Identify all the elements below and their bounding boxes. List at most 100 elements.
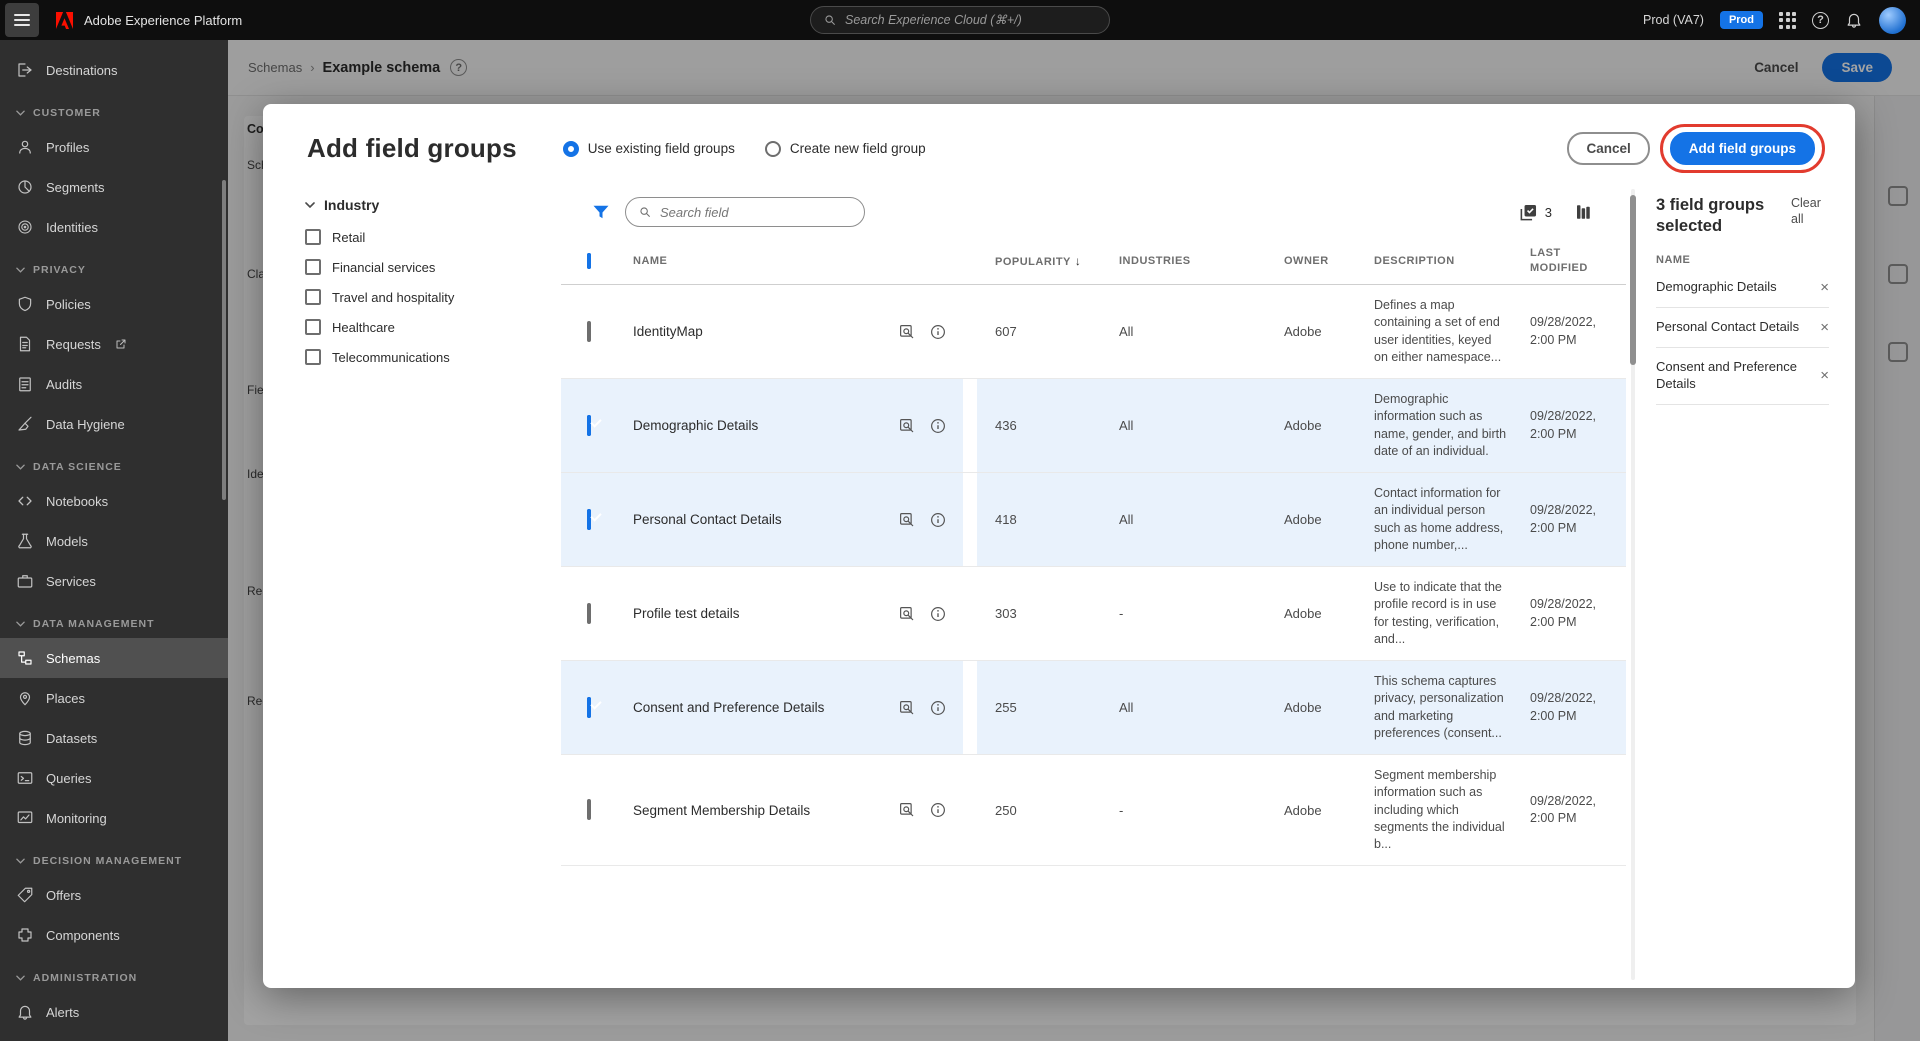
table-row[interactable]: Personal Contact Details 418 All Adobe C… <box>561 473 1626 567</box>
sidebar-item[interactable]: Models <box>0 521 228 561</box>
help-icon[interactable]: ? <box>1812 11 1829 29</box>
user-avatar[interactable] <box>1879 6 1906 34</box>
filter-option-label: Retail <box>332 229 366 245</box>
dialog-cancel-button[interactable]: Cancel <box>1567 132 1650 165</box>
selected-field-groups-panel: 3 field groups selected Clear all NAME D… <box>1640 181 1855 988</box>
notifications-bell-icon[interactable] <box>1845 11 1863 29</box>
sidebar-item[interactable]: Identities <box>0 207 228 247</box>
remove-icon[interactable]: × <box>1820 320 1829 335</box>
preview-icon[interactable] <box>898 417 916 435</box>
sidebar-item[interactable]: Notebooks <box>0 481 228 521</box>
industry-filter-option[interactable]: Retail <box>305 229 561 245</box>
adobe-logo-icon[interactable] <box>55 11 74 29</box>
table-row[interactable]: IdentityMap 607 All Adobe Defines a map … <box>561 285 1626 379</box>
global-search-input[interactable] <box>845 13 1097 27</box>
sidebar-item[interactable]: Places <box>0 678 228 718</box>
row-checkbox[interactable] <box>587 696 591 718</box>
global-search[interactable] <box>810 6 1110 34</box>
industry-filter-option[interactable]: Healthcare <box>305 319 561 335</box>
cell-description: Contact information for an individual pe… <box>1374 486 1504 552</box>
table-row[interactable]: Segment Membership Details 250 - Adobe S… <box>561 755 1626 867</box>
table-row[interactable]: Demographic Details 436 All Adobe Demogr… <box>561 379 1626 473</box>
app-switcher-icon[interactable] <box>1779 11 1796 29</box>
sidebar-item[interactable]: Services <box>0 561 228 601</box>
checkbox[interactable] <box>305 349 321 365</box>
sidebar-item[interactable]: Sandboxes <box>0 1032 228 1041</box>
sidebar-section-header[interactable]: DATA MANAGEMENT <box>0 601 228 638</box>
column-header-owner[interactable]: OWNER <box>1263 255 1355 267</box>
sidebar-item[interactable]: Offers <box>0 875 228 915</box>
checkbox[interactable] <box>305 259 321 275</box>
sidebar-item[interactable]: Policies <box>0 284 228 324</box>
table-row[interactable]: Profile test details 303 - Adobe Use to … <box>561 567 1626 661</box>
checkbox[interactable] <box>305 319 321 335</box>
info-icon[interactable] <box>929 417 947 435</box>
remove-icon[interactable]: × <box>1820 368 1829 383</box>
sidebar-scrollbar[interactable] <box>222 180 226 500</box>
scrollbar-thumb[interactable] <box>1630 195 1636 365</box>
sidebar-item[interactable]: Monitoring <box>0 798 228 838</box>
sidebar-item[interactable]: Schemas <box>0 638 228 678</box>
sidebar-item[interactable]: Audits <box>0 364 228 404</box>
preview-icon[interactable] <box>898 323 916 341</box>
info-icon[interactable] <box>929 323 947 341</box>
clear-all-button[interactable]: Clear all <box>1791 195 1829 228</box>
sidebar-item[interactable]: Segments <box>0 167 228 207</box>
info-icon[interactable] <box>929 511 947 529</box>
column-header-description[interactable]: DESCRIPTION <box>1355 255 1513 267</box>
industry-filter-group-header[interactable]: Industry <box>305 197 561 213</box>
preview-icon[interactable] <box>898 801 916 819</box>
checkbox[interactable] <box>305 229 321 245</box>
column-settings-icon[interactable] <box>1574 203 1592 221</box>
sidebar-section-header[interactable]: PRIVACY <box>0 247 228 284</box>
add-field-groups-button[interactable]: Add field groups <box>1669 132 1815 165</box>
info-icon[interactable] <box>929 699 947 717</box>
row-checkbox[interactable] <box>587 799 591 821</box>
sidebar-item[interactable]: Profiles <box>0 127 228 167</box>
sidebar-section-header[interactable]: ADMINISTRATION <box>0 955 228 992</box>
checkbox[interactable] <box>305 289 321 305</box>
sidebar-item[interactable]: Datasets <box>0 718 228 758</box>
sidebar-item[interactable]: Destinations <box>0 50 228 90</box>
sidebar-item[interactable]: Queries <box>0 758 228 798</box>
industry-filter-option[interactable]: Telecommunications <box>305 349 561 365</box>
radio-selected-icon[interactable] <box>562 140 579 157</box>
sidebar-section-header[interactable]: DECISION MANAGEMENT <box>0 838 228 875</box>
table-row[interactable]: Consent and Preference Details 255 All A… <box>561 661 1626 755</box>
column-header-industries[interactable]: INDUSTRIES <box>1099 255 1263 267</box>
select-all-checkbox[interactable] <box>587 252 591 269</box>
remove-icon[interactable]: × <box>1820 280 1829 295</box>
radio-unselected-icon[interactable] <box>764 140 781 157</box>
column-header-popularity[interactable]: POPULARITY ↓ <box>977 254 1099 268</box>
sidebar-item-label: Policies <box>46 296 91 312</box>
industry-filter-option[interactable]: Travel and hospitality <box>305 289 561 305</box>
row-checkbox[interactable] <box>587 602 591 624</box>
sidebar-section-header[interactable]: DATA SCIENCE <box>0 444 228 481</box>
sidebar-item[interactable]: Alerts <box>0 992 228 1032</box>
row-checkbox[interactable] <box>587 320 591 342</box>
info-icon[interactable] <box>929 801 947 819</box>
environment-badge[interactable]: Prod <box>1719 11 1763 29</box>
preview-icon[interactable] <box>898 511 916 529</box>
field-search[interactable] <box>625 197 865 227</box>
menu-button[interactable] <box>5 3 39 37</box>
sidebar-item[interactable]: Requests <box>0 324 228 364</box>
preview-icon[interactable] <box>898 699 916 717</box>
filter-funnel-icon[interactable] <box>591 202 611 222</box>
radio-use-existing-field-groups[interactable]: Use existing field groups <box>562 140 735 157</box>
sidebar-item-icon <box>16 926 34 944</box>
sidebar-item[interactable]: Components <box>0 915 228 955</box>
column-header-name[interactable]: NAME <box>621 255 963 267</box>
field-search-input[interactable] <box>660 204 852 220</box>
sidebar-section-header[interactable]: CUSTOMER <box>0 90 228 127</box>
radio-create-new-field-group[interactable]: Create new field group <box>764 140 926 157</box>
row-checkbox[interactable] <box>587 414 591 436</box>
sidebar-item-icon <box>16 492 34 510</box>
column-header-last-modified[interactable]: LAST MODIFIED <box>1513 246 1626 276</box>
preview-icon[interactable] <box>898 605 916 623</box>
info-icon[interactable] <box>929 605 947 623</box>
industry-filter-option[interactable]: Financial services <box>305 259 561 275</box>
sidebar-item[interactable]: Data Hygiene <box>0 404 228 444</box>
show-selected-toggle[interactable]: 3 <box>1519 203 1552 222</box>
row-checkbox[interactable] <box>587 508 591 530</box>
